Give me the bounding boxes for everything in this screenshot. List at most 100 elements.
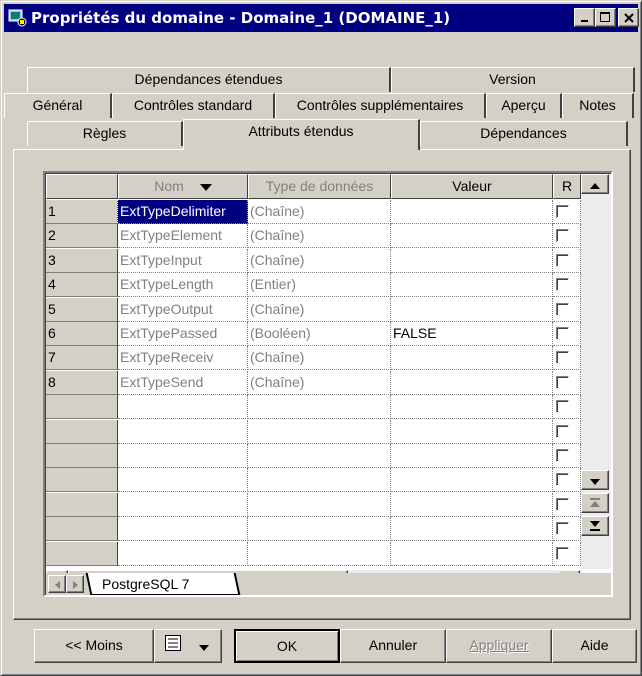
cell-valeur[interactable] — [391, 444, 553, 468]
tab-controles-standard[interactable]: Contrôles standard — [112, 93, 275, 118]
cancel-button[interactable]: Annuler — [340, 629, 446, 663]
r-checkbox[interactable] — [556, 375, 569, 389]
cell-nom[interactable]: ExtTypeLength — [118, 273, 248, 298]
cell-valeur[interactable] — [391, 541, 553, 566]
cell-r[interactable] — [553, 322, 581, 346]
column-header-r[interactable]: R — [553, 174, 581, 199]
table-row[interactable] — [45, 444, 581, 468]
column-header-nom[interactable]: Nom — [118, 174, 248, 199]
cell-valeur[interactable] — [391, 248, 553, 273]
table-row[interactable]: 1 ExtTypeDelimiter (Chaîne) — [45, 199, 581, 225]
r-checkbox[interactable] — [556, 253, 569, 267]
column-header-type[interactable]: Type de données — [248, 174, 391, 199]
tab-regles[interactable]: Règles — [27, 121, 183, 146]
column-header-valeur[interactable]: Valeur — [391, 174, 553, 199]
cell-nom[interactable] — [118, 395, 248, 420]
details-menu-button[interactable] — [154, 629, 222, 663]
cell-valeur[interactable] — [391, 419, 553, 444]
r-checkbox[interactable] — [556, 449, 569, 462]
cell-type[interactable]: (Chaîne) — [248, 248, 391, 273]
cell-type[interactable] — [248, 395, 391, 420]
cell-type[interactable] — [248, 444, 391, 468]
cell-valeur[interactable] — [391, 492, 553, 517]
cell-nom[interactable] — [118, 541, 248, 566]
cell-nom[interactable] — [118, 492, 248, 517]
table-row[interactable]: 4 ExtTypeLength (Entier) — [45, 273, 581, 298]
cell-type[interactable] — [248, 419, 391, 444]
cell-type[interactable]: (Entier) — [248, 273, 391, 298]
tab-version[interactable]: Version — [391, 67, 635, 92]
cell-type[interactable]: (Chaîne) — [248, 346, 391, 371]
r-checkbox[interactable] — [556, 278, 569, 292]
cell-type[interactable] — [248, 517, 391, 542]
maximize-button[interactable] — [595, 8, 616, 27]
sheet-next-button[interactable] — [66, 575, 84, 593]
cell-valeur[interactable] — [391, 468, 553, 493]
table-row[interactable] — [45, 492, 581, 517]
cell-r[interactable] — [553, 297, 581, 322]
tab-apercu[interactable]: Aperçu — [486, 93, 562, 118]
cell-type[interactable]: (Chaîne) — [248, 297, 391, 322]
scroll-down-button[interactable] — [581, 470, 609, 490]
table-row[interactable] — [45, 517, 581, 542]
cell-nom[interactable] — [118, 517, 248, 542]
cell-r[interactable] — [553, 200, 581, 224]
cell-r[interactable] — [553, 541, 581, 566]
cell-type[interactable]: (Booléen) — [248, 322, 391, 346]
cell-valeur[interactable] — [391, 346, 553, 371]
r-checkbox[interactable] — [556, 229, 569, 243]
cell-nom[interactable]: ExtTypeDelimiter — [117, 199, 249, 225]
tab-attributs-etendus[interactable]: Attributs étendus — [183, 119, 420, 150]
cell-valeur[interactable] — [391, 297, 553, 322]
cell-nom[interactable]: ExtTypeOutput — [118, 297, 248, 322]
cell-valeur[interactable] — [391, 200, 553, 224]
cell-r[interactable] — [553, 444, 581, 468]
r-checkbox[interactable] — [556, 302, 569, 316]
title-bar[interactable]: Propriétés du domaine - Domaine_1 (DOMAI… — [4, 4, 639, 32]
cell-r[interactable] — [553, 224, 581, 249]
scroll-page-down-button[interactable] — [581, 516, 609, 536]
cell-valeur[interactable]: FALSE — [391, 322, 553, 346]
scroll-page-up-button[interactable] — [581, 493, 609, 513]
table-row[interactable]: 7 ExtTypeReceiv (Chaîne) — [45, 346, 581, 371]
tab-notes[interactable]: Notes — [562, 93, 634, 118]
cell-r[interactable] — [553, 468, 581, 493]
cell-valeur[interactable] — [391, 273, 553, 298]
cell-nom[interactable]: ExtTypePassed — [118, 322, 248, 346]
less-button[interactable]: << Moins — [34, 629, 154, 663]
cell-type[interactable] — [248, 541, 391, 566]
cell-nom[interactable] — [118, 468, 248, 493]
sheet-tab-postgresql[interactable]: PostgreSQL 7 — [102, 576, 189, 592]
scroll-up-button[interactable] — [581, 174, 609, 194]
r-checkbox[interactable] — [556, 424, 569, 438]
vertical-scrollbar[interactable] — [581, 174, 611, 569]
r-checkbox[interactable] — [556, 497, 569, 511]
apply-button[interactable]: Appliquer — [446, 629, 552, 663]
r-checkbox[interactable] — [556, 546, 569, 560]
table-row[interactable] — [45, 541, 581, 566]
table-row[interactable] — [45, 419, 581, 444]
r-checkbox[interactable] — [556, 522, 569, 536]
cell-nom[interactable] — [118, 444, 248, 468]
r-checkbox[interactable] — [556, 400, 569, 414]
table-row[interactable] — [45, 468, 581, 493]
cell-valeur[interactable] — [391, 517, 553, 542]
table-row[interactable]: 3 ExtTypeInput (Chaîne) — [45, 248, 581, 273]
cell-type[interactable]: (Chaîne) — [248, 224, 391, 249]
cell-nom[interactable] — [118, 419, 248, 444]
close-button[interactable] — [618, 8, 639, 27]
tab-dependances-etendues[interactable]: Dépendances étendues — [27, 67, 391, 92]
table-row[interactable]: 8 ExtTypeSend (Chaîne) — [45, 370, 581, 395]
cell-nom[interactable]: ExtTypeInput — [118, 248, 248, 273]
cell-r[interactable] — [553, 346, 581, 371]
cell-r[interactable] — [553, 395, 581, 420]
sort-arrow-icon[interactable] — [199, 176, 212, 198]
cell-r[interactable] — [553, 248, 581, 273]
cell-r[interactable] — [553, 370, 581, 395]
cell-valeur[interactable] — [391, 370, 553, 395]
tab-dependances[interactable]: Dépendances — [420, 121, 628, 146]
r-checkbox[interactable] — [556, 205, 569, 218]
ok-button[interactable]: OK — [234, 629, 340, 663]
minimize-button[interactable] — [574, 8, 595, 27]
cell-r[interactable] — [553, 273, 581, 298]
